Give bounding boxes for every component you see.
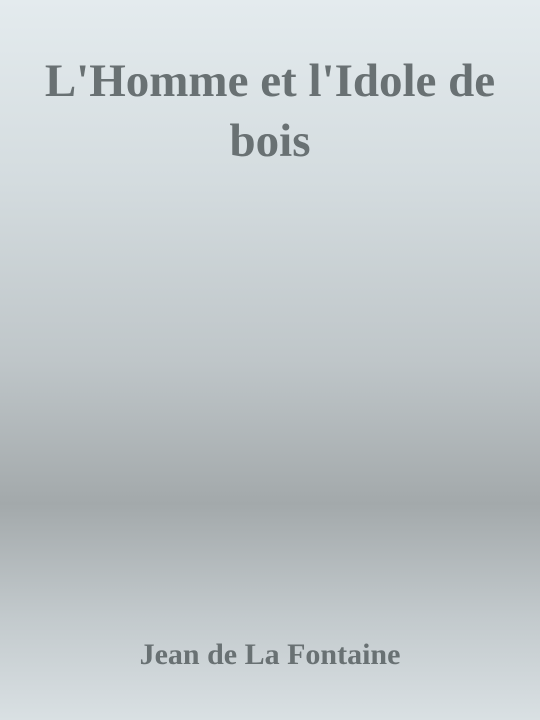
- book-author: Jean de La Fontaine: [139, 638, 401, 671]
- book-cover: L'Homme et l'Idole de bois Jean de La Fo…: [0, 0, 540, 720]
- book-title: L'Homme et l'Idole de bois: [44, 55, 496, 167]
